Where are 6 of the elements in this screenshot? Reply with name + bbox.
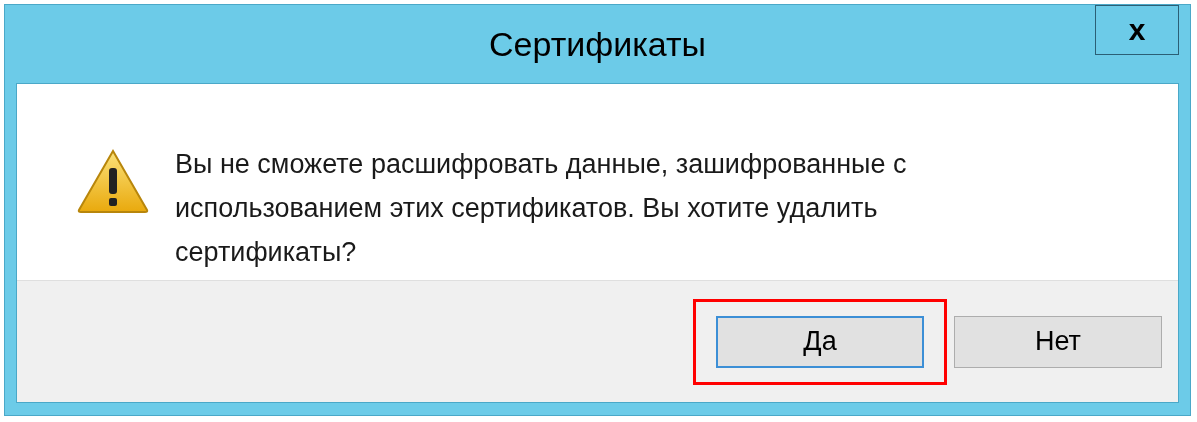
close-button[interactable]: x (1095, 5, 1179, 55)
message-text: Вы не сможете расшифровать данные, зашифрованные с использованием этих сертификатов. Вы хотите удалить сертификаты? (175, 148, 908, 269)
window-title: Сертификаты (489, 23, 706, 65)
warning-icon (77, 148, 149, 214)
dialog-button[interactable]: Да (716, 315, 924, 368)
dialog-button[interactable]: Нет (954, 315, 1162, 368)
